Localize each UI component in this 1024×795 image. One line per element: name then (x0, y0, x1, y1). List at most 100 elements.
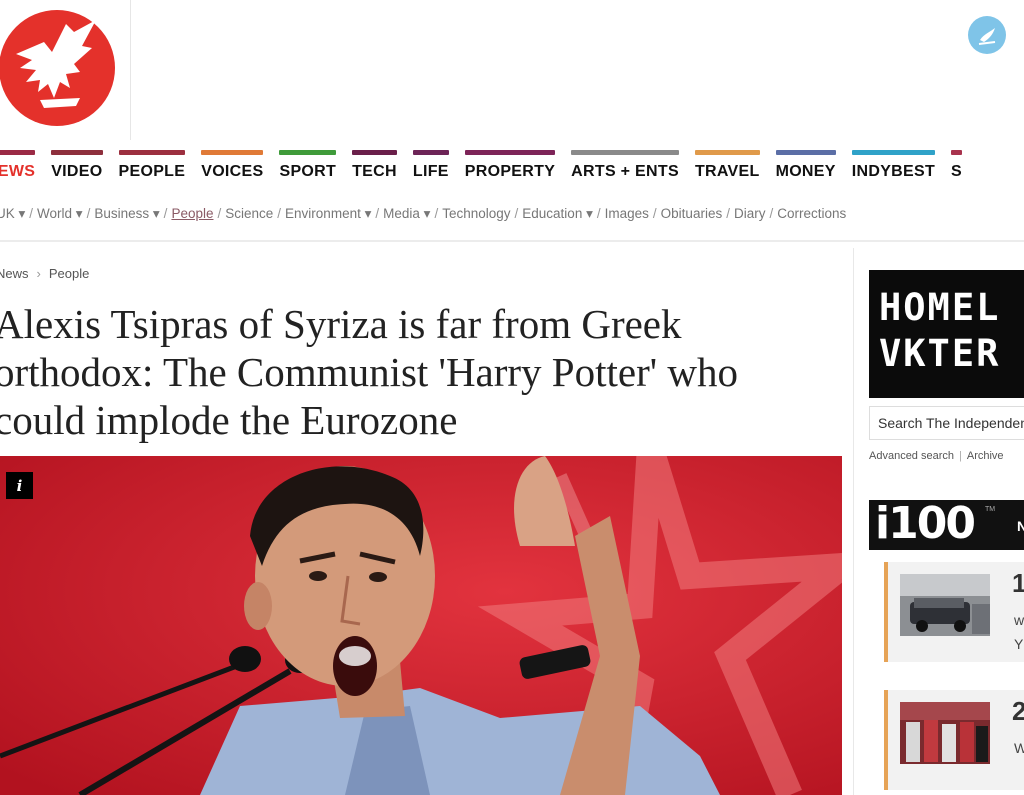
i100-logo[interactable]: i100 (875, 500, 976, 549)
nav-item-color-bar (118, 150, 186, 155)
nav-item-label: LIFE (412, 163, 449, 180)
archive-link[interactable]: Archive (967, 450, 1004, 462)
article-headline: Alexis Tsipras of Syriza is far from Gre… (0, 300, 824, 444)
nav-item-life[interactable]: LIFE (412, 150, 449, 181)
i100-snippet: Y (1014, 636, 1024, 652)
breadcrumb-chevron-icon: › (36, 266, 41, 281)
nav-item-voices[interactable]: VOICES (201, 150, 264, 181)
nav-item-s[interactable]: S (951, 150, 963, 181)
i100-rank: 1 (1012, 568, 1024, 598)
nav-item-label: TECH (352, 163, 397, 180)
subnav-separator: / (514, 206, 519, 221)
sidebar-divider (853, 248, 854, 795)
advanced-search-link[interactable]: Advanced search (869, 450, 954, 462)
subnav-separator: / (769, 206, 774, 221)
search-options: Advanced search | Archive (869, 450, 1004, 462)
nav-item-label: MONEY (775, 163, 836, 180)
subnav-item[interactable]: Environment ▾ (285, 206, 371, 221)
nav-item-money[interactable]: MONEY (775, 150, 836, 181)
subnav-item[interactable]: World ▾ (37, 206, 83, 221)
nav-item-color-bar (201, 150, 264, 155)
subnav-item[interactable]: Education ▾ (522, 206, 593, 221)
i100-list-item[interactable]: 1 w Y (884, 562, 1024, 662)
nav-item-indybest[interactable]: INDYBEST (851, 150, 936, 181)
nav-item-color-bar (464, 150, 556, 155)
nav-item-color-bar (851, 150, 936, 155)
subnav-separator: / (596, 206, 601, 221)
headline-line-2: orthodox: The Communist 'Harry Potter' w… (0, 349, 738, 395)
app-badge-icon[interactable] (968, 16, 1006, 54)
headline-line-3: could implode the Eurozone (0, 397, 458, 443)
nav-item-tech[interactable]: TECH (352, 150, 397, 181)
nav-item-label: VOICES (201, 163, 264, 180)
subnav-separator: / (726, 206, 730, 221)
nav-item-people[interactable]: PEOPLE (118, 150, 186, 181)
header-divider (0, 240, 1024, 242)
i100-list-item[interactable]: 2 W (884, 690, 1024, 790)
subnav-separator: / (217, 206, 222, 221)
nav-item-color-bar (951, 150, 963, 155)
nav-item-travel[interactable]: TRAVEL (694, 150, 760, 181)
nav-item-label: S (951, 163, 963, 180)
breadcrumb-current[interactable]: People (49, 266, 89, 281)
subnav-item[interactable]: Images (605, 206, 649, 221)
nav-item-news[interactable]: NEWS (0, 150, 36, 181)
subnav-item[interactable]: People (171, 206, 213, 221)
logo-area (0, 0, 131, 140)
subnav-item[interactable]: Technology (442, 206, 510, 221)
subnav-item[interactable]: Media ▾ (383, 206, 430, 221)
i100-rank: 2 (1012, 696, 1024, 726)
breadcrumb-parent[interactable]: News (0, 266, 29, 281)
subnav-item[interactable]: Science (225, 206, 273, 221)
subnav-separator: / (434, 206, 439, 221)
subnav-separator: / (86, 206, 91, 221)
i100-snippet: W (1014, 740, 1024, 756)
nav-item-label: ARTS + ENTS (571, 163, 679, 180)
nav-item-property[interactable]: PROPERTY (464, 150, 556, 181)
site-search-input[interactable]: Search The Independent (869, 406, 1024, 440)
i100-thumbnail (900, 702, 990, 764)
nav-item-color-bar (694, 150, 760, 155)
subnav-separator: / (29, 206, 34, 221)
nav-item-color-bar (571, 150, 679, 155)
eagle-logo[interactable] (0, 2, 118, 134)
article-hero-image (0, 456, 842, 795)
nav-item-color-bar (352, 150, 397, 155)
subnav-item[interactable]: UK ▾ (0, 206, 25, 221)
nav-item-label: SPORT (279, 163, 337, 180)
nav-item-label: PEOPLE (118, 163, 186, 180)
nav-item-color-bar (51, 150, 103, 155)
subnav-item[interactable]: Corrections (777, 206, 846, 221)
i100-widget-header: i100 TM N (869, 500, 1024, 550)
promo-line-1: HOMEL (879, 286, 1001, 329)
sub-navigation: UK ▾ / World ▾ / Business ▾ / People / Science / E… (0, 206, 1024, 228)
nav-item-label: INDYBEST (851, 163, 936, 180)
nav-item-sport[interactable]: SPORT (279, 150, 337, 181)
i100-snippet: w (1014, 612, 1024, 628)
i100-tab[interactable]: N (1017, 518, 1024, 534)
breadcrumb: News › People (0, 266, 89, 281)
nav-item-color-bar (412, 150, 449, 155)
nav-item-video[interactable]: VIDEO (51, 150, 103, 181)
nav-item-label: TRAVEL (694, 163, 760, 180)
main-navigation: NEWS VIDEO PEOPLE VOICES SPORT TECH LIFE PROPER… (0, 150, 1024, 192)
subnav-item[interactable]: Diary (734, 206, 766, 221)
i100-trademark: TM (985, 506, 996, 513)
headline-line-1: Alexis Tsipras of Syriza is far from Gre… (0, 301, 682, 347)
image-info-button[interactable]: i (6, 472, 33, 499)
sidebar-promo-banner[interactable]: HOMEL VKTER (869, 270, 1024, 398)
promo-line-2: VKTER (879, 332, 1001, 375)
subnav-separator: / (163, 206, 168, 221)
subnav-separator: / (652, 206, 657, 221)
subnav-item[interactable]: Obituaries (661, 206, 723, 221)
nav-item-color-bar (279, 150, 337, 155)
nav-item-color-bar (0, 150, 36, 155)
nav-item-color-bar (775, 150, 836, 155)
nav-item-label: PROPERTY (464, 163, 556, 180)
subnav-separator: / (277, 206, 282, 221)
nav-item-arts-ents[interactable]: ARTS + ENTS (571, 150, 679, 181)
subnav-item[interactable]: Business ▾ (94, 206, 159, 221)
nav-item-label: NEWS (0, 163, 36, 180)
subnav-separator: / (375, 206, 380, 221)
i100-thumbnail (900, 574, 990, 636)
